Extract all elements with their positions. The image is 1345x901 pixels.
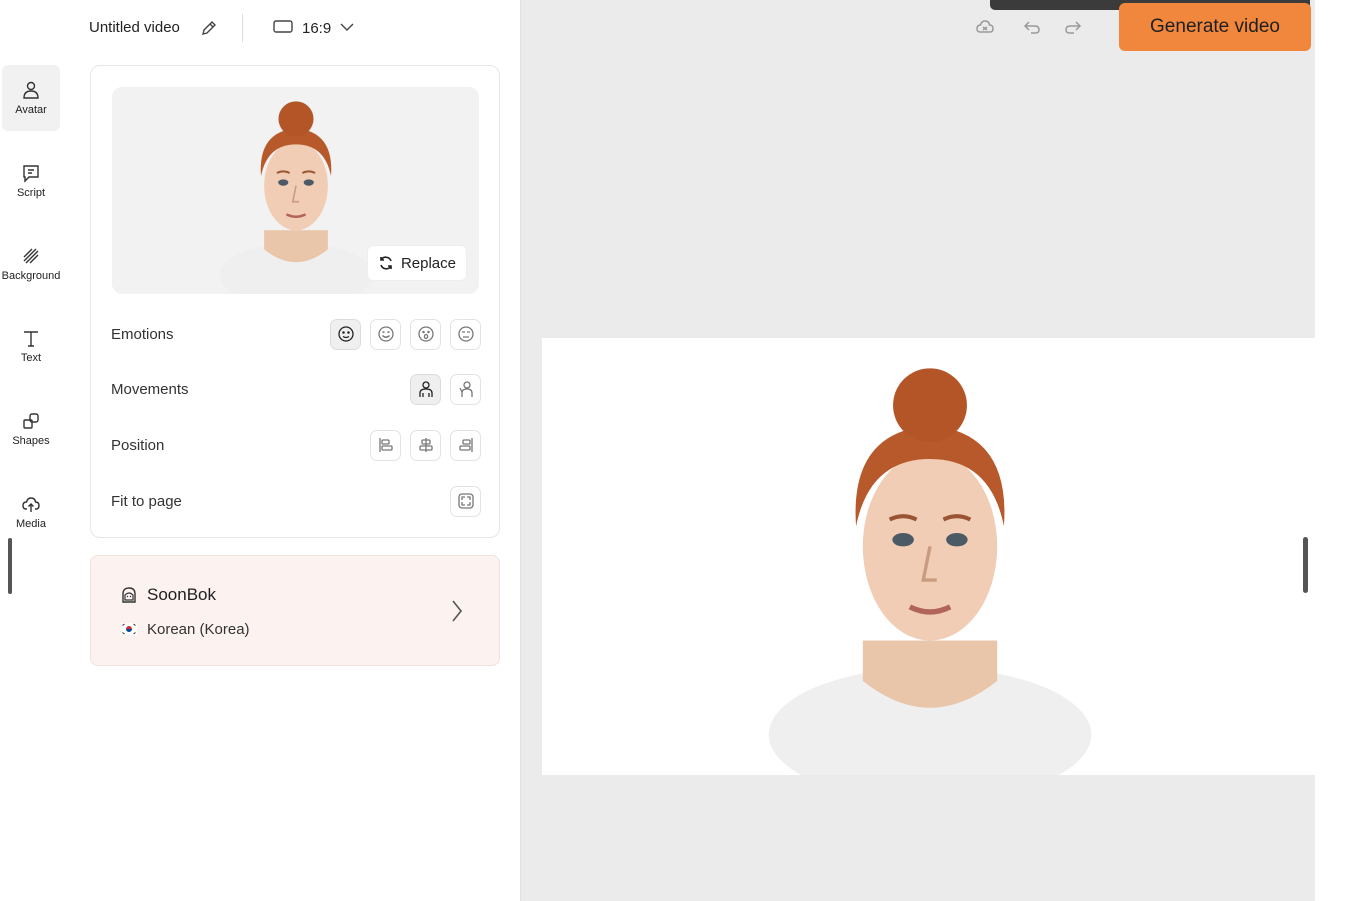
sidebar-item-label: Background <box>2 270 60 282</box>
emotion-happy-button[interactable] <box>370 318 401 350</box>
face-serious-icon <box>457 326 474 342</box>
redo-button[interactable] <box>1060 14 1086 40</box>
sidebar-item-label: Avatar <box>15 104 47 116</box>
movements-label: Movements <box>111 380 189 398</box>
align-center-button[interactable] <box>410 429 441 461</box>
face-neutral-icon <box>337 326 354 342</box>
sidebar-item-background[interactable]: Background <box>2 231 60 297</box>
canvas-scrollbar[interactable] <box>1303 537 1308 593</box>
movement-standard-button[interactable] <box>410 373 441 405</box>
emotion-serious-button[interactable] <box>450 318 481 350</box>
align-center-icon <box>418 438 433 452</box>
person-standing-icon <box>418 381 433 397</box>
align-left-button[interactable] <box>370 429 401 461</box>
voice-language: Korean (Korea) <box>147 621 250 638</box>
cloud-icon <box>976 20 994 33</box>
top-bar: Untitled video 16:9 <box>0 0 520 56</box>
refresh-icon <box>380 256 392 270</box>
sidebar-item-label: Script <box>16 187 46 199</box>
sidebar-item-avatar[interactable]: Avatar <box>2 65 60 131</box>
fit-to-page-button[interactable] <box>450 485 481 517</box>
chevron-right-icon <box>452 600 463 622</box>
chevron-down-icon <box>339 19 355 37</box>
sidebar-item-shapes[interactable]: Shapes <box>2 396 60 462</box>
stage-avatar[interactable] <box>762 338 1098 775</box>
video-stage[interactable] <box>542 338 1315 775</box>
face-surprised-icon <box>417 326 434 342</box>
emotion-neutral-button[interactable] <box>330 318 361 350</box>
emotion-surprised-button[interactable] <box>410 318 441 350</box>
avatar-preview: Replace <box>112 87 479 294</box>
position-label: Position <box>111 436 165 454</box>
movements-row: Movements <box>111 372 481 406</box>
avatar-settings-card: Replace Emotions Movements Position Fit … <box>90 65 500 538</box>
fit-to-page-label: Fit to page <box>111 492 182 510</box>
sidebar-item-text[interactable]: Text <box>2 313 60 379</box>
korea-flag-icon <box>121 623 137 635</box>
cloud-upload-icon <box>22 497 40 512</box>
divider <box>242 14 243 42</box>
sidebar: Avatar Script Background Text Shapes Med… <box>0 0 60 901</box>
cloud-sync-button[interactable] <box>972 14 998 40</box>
rectangle-icon <box>272 18 294 39</box>
generate-video-button[interactable]: Generate video <box>1119 3 1311 51</box>
replace-avatar-button[interactable]: Replace <box>366 245 467 281</box>
movement-gesture-button[interactable] <box>450 373 481 405</box>
voice-selector[interactable]: SoonBok Korean (Korea) <box>90 555 500 666</box>
chat-icon <box>23 165 39 183</box>
aspect-ratio-dropdown[interactable]: 16:9 <box>272 17 355 39</box>
undo-button[interactable] <box>1019 14 1045 40</box>
voice-avatar-icon <box>122 587 136 603</box>
person-icon <box>23 81 39 99</box>
avatar-portrait <box>218 100 374 294</box>
right-edge <box>1315 0 1345 901</box>
person-gesture-icon <box>458 381 473 397</box>
align-right-button[interactable] <box>450 429 481 461</box>
position-row: Position <box>111 428 481 462</box>
face-happy-icon <box>377 326 394 342</box>
aspect-ratio-value: 16:9 <box>302 19 332 37</box>
sidebar-item-script[interactable]: Script <box>2 148 60 214</box>
sidebar-item-label: Text <box>20 352 42 364</box>
expand-icon <box>457 493 474 509</box>
emotions-label: Emotions <box>111 325 174 343</box>
shapes-icon <box>23 413 39 429</box>
undo-icon <box>1023 21 1040 34</box>
pencil-icon[interactable] <box>199 18 219 38</box>
video-title[interactable]: Untitled video <box>89 19 180 36</box>
app-window: Untitled video 16:9 Avatar Script Backgr… <box>0 0 1345 901</box>
text-icon <box>24 331 38 347</box>
sidebar-item-media[interactable]: Media <box>2 479 60 545</box>
sidebar-item-label: Media <box>16 518 46 530</box>
sidebar-item-label: Shapes <box>12 435 50 447</box>
replace-label: Replace <box>400 254 456 272</box>
align-left-icon <box>378 438 393 452</box>
hatch-icon <box>23 248 39 264</box>
voice-name: SoonBok <box>147 585 216 604</box>
emotions-row: Emotions <box>111 317 481 351</box>
sidebar-scrollbar[interactable] <box>8 538 12 594</box>
align-right-icon <box>458 438 473 452</box>
redo-icon <box>1065 21 1082 34</box>
fit-to-page-row: Fit to page <box>111 484 481 518</box>
